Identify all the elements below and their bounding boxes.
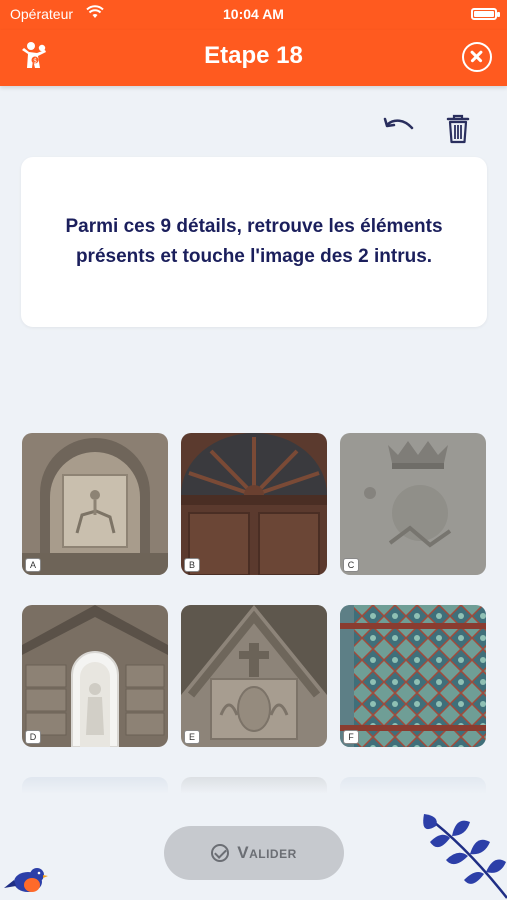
photo-crown-carving <box>340 433 486 575</box>
trash-icon <box>446 114 470 144</box>
tile-label: E <box>184 730 200 744</box>
instruction-text: Parmi ces 9 détails, retrouve les élémen… <box>65 216 443 267</box>
photo-fanlight-door <box>181 433 327 575</box>
photo-statue-niche <box>22 605 168 747</box>
validate-button[interactable]: Valider <box>164 826 344 880</box>
status-bar: Opérateur 10:04 AM <box>0 0 507 30</box>
instruction-card: Parmi ces 9 détails, retrouve les élémen… <box>21 157 487 327</box>
tile-label: D <box>25 730 41 744</box>
tile-label: C <box>343 558 359 572</box>
header-bar: $ Etape 18 <box>0 30 507 86</box>
image-tile-a[interactable]: A <box>22 433 168 575</box>
check-circle-icon <box>211 844 230 862</box>
undo-button[interactable] <box>380 110 416 146</box>
photo-gable-cross <box>181 605 327 747</box>
undo-icon <box>383 117 414 130</box>
close-button[interactable] <box>462 42 492 72</box>
clock: 10:04 AM <box>223 6 284 22</box>
tile-label: B <box>184 558 200 572</box>
photo-horseman-relief <box>22 433 168 575</box>
scroll-fade <box>0 770 507 810</box>
image-tile-b[interactable]: B <box>181 433 327 575</box>
leaves-decoration-icon <box>416 806 507 900</box>
image-tile-c[interactable]: C <box>340 433 486 575</box>
image-tile-f[interactable]: F <box>340 605 486 747</box>
delete-button[interactable] <box>440 110 476 146</box>
validate-label: Valider <box>237 843 297 862</box>
page-title: Etape 18 <box>204 42 303 69</box>
image-tile-e[interactable]: E <box>181 605 327 747</box>
tile-label: A <box>25 558 41 572</box>
image-tile-d[interactable]: D <box>22 605 168 747</box>
photo-iron-lattice <box>340 605 486 747</box>
tile-label: F <box>343 730 359 744</box>
battery-icon <box>471 8 500 20</box>
robin-icon <box>4 862 48 898</box>
